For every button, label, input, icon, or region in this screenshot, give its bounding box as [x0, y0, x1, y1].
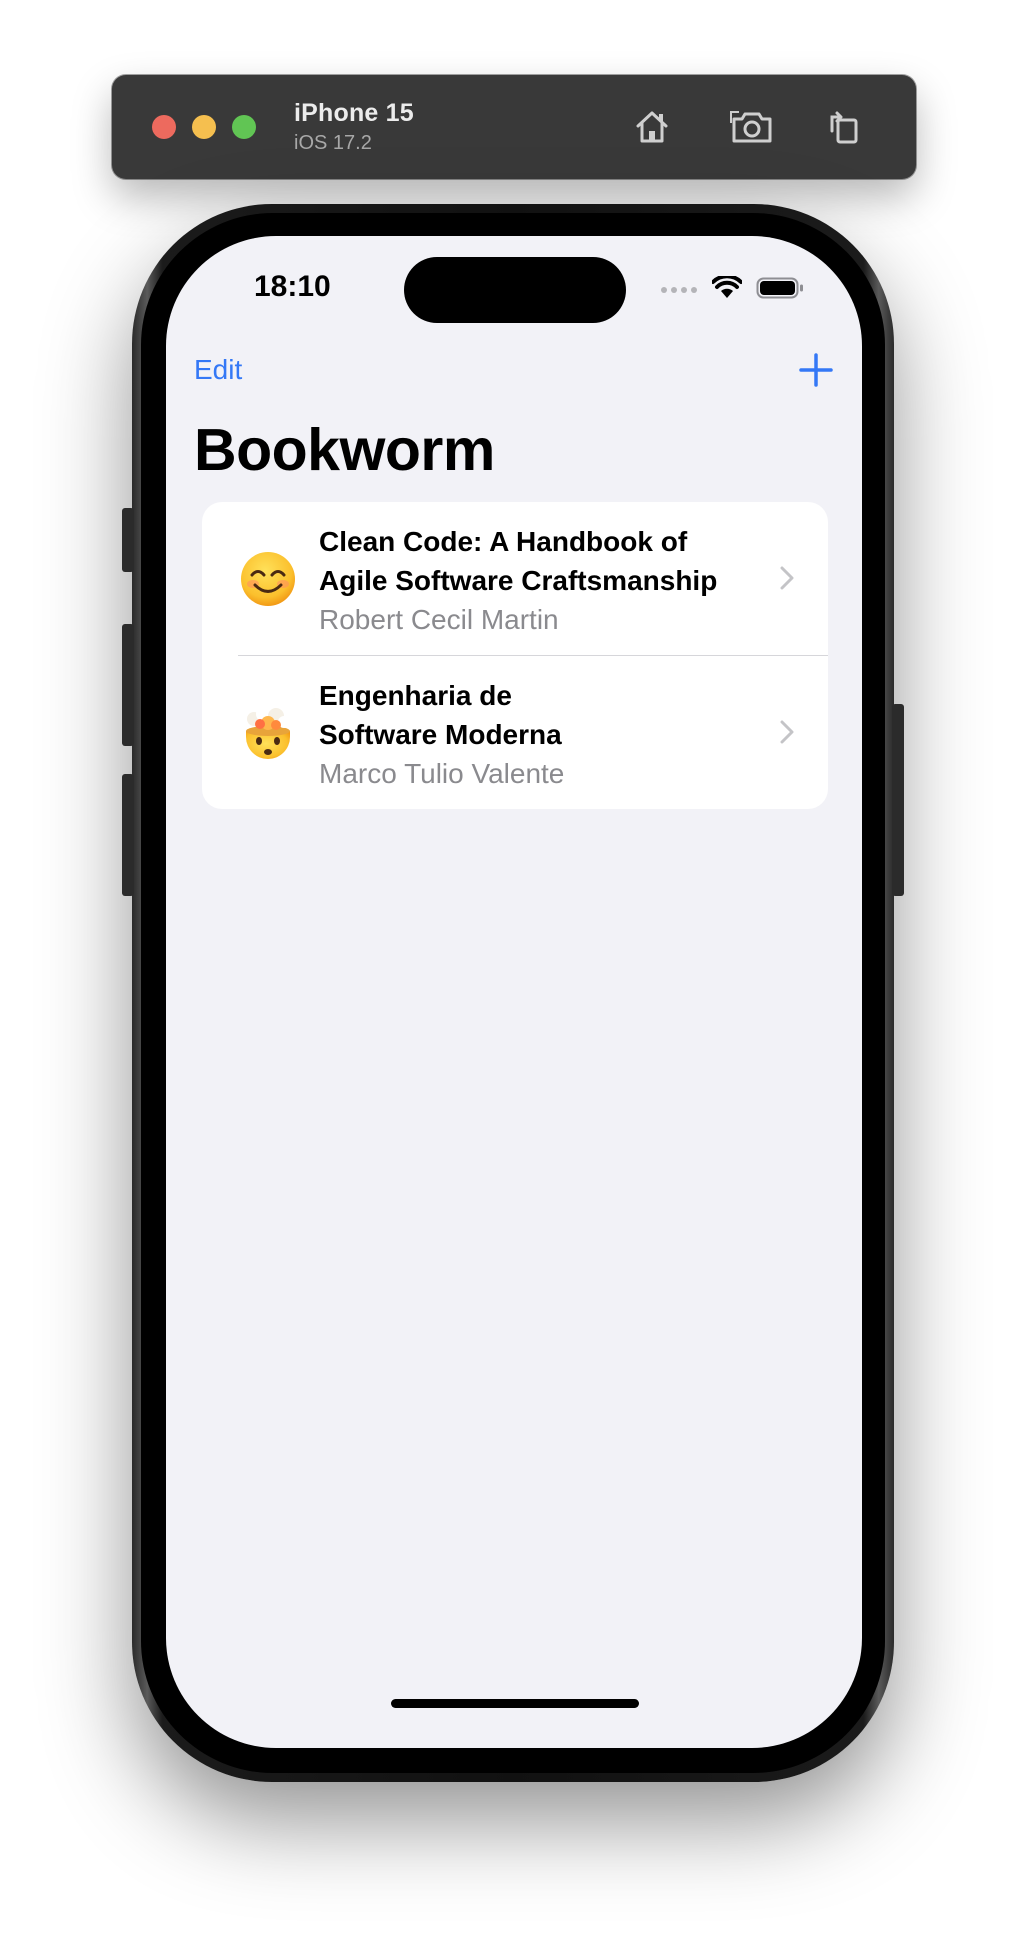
- chevron-right-icon: [780, 566, 794, 590]
- volume-up-button[interactable]: [122, 624, 134, 746]
- book-author: Marco Tulio Valente: [319, 758, 565, 789]
- minimize-window-button[interactable]: [192, 115, 216, 139]
- exploding-head-emoji-icon: [240, 705, 296, 761]
- zoom-window-button[interactable]: [232, 115, 256, 139]
- home-indicator[interactable]: [391, 1699, 639, 1708]
- plus-icon: [799, 353, 833, 387]
- book-title-line: Agile Software Craftsmanship: [319, 565, 718, 596]
- device-name: iPhone 15: [294, 99, 414, 127]
- book-list: Clean Code: A Handbook of Agile Software…: [202, 502, 828, 809]
- screenshot-icon[interactable]: [728, 103, 776, 151]
- home-icon[interactable]: [628, 103, 676, 151]
- book-title-line: Software Moderna: [319, 719, 562, 750]
- status-time: 18:10: [254, 270, 331, 303]
- close-window-button[interactable]: [152, 115, 176, 139]
- simulator-stage: iPhone 15 iOS 17.2 18:10 Edit Bookworm C…: [0, 0, 1028, 1934]
- book-title-line: Engenharia de: [319, 680, 512, 711]
- book-title-line: Clean Code: A Handbook of: [319, 526, 688, 557]
- smiling-face-emoji-icon: [240, 551, 296, 607]
- chevron-right-icon: [780, 720, 794, 744]
- edit-button[interactable]: Edit: [194, 354, 242, 386]
- volume-down-button[interactable]: [122, 774, 134, 896]
- book-author: Robert Cecil Martin: [319, 604, 559, 635]
- battery-icon: [756, 276, 804, 305]
- rotate-icon[interactable]: [820, 103, 868, 151]
- add-book-button[interactable]: [798, 352, 834, 388]
- book-row[interactable]: Engenharia de Software Moderna Marco Tul…: [238, 655, 828, 809]
- device-os-version: iOS 17.2: [294, 132, 372, 154]
- page-title: Bookworm: [194, 417, 495, 483]
- status-icons: [660, 274, 804, 305]
- simulator-toolbar: iPhone 15 iOS 17.2: [112, 75, 916, 179]
- power-button[interactable]: [892, 704, 904, 896]
- book-row[interactable]: Clean Code: A Handbook of Agile Software…: [202, 502, 828, 655]
- action-button[interactable]: [122, 508, 134, 572]
- phone-screen: 18:10 Edit Bookworm Clean Code: A Handbo…: [166, 236, 862, 1748]
- signal-icon: [660, 282, 698, 300]
- dynamic-island: [404, 257, 626, 323]
- wifi-icon: [711, 274, 743, 305]
